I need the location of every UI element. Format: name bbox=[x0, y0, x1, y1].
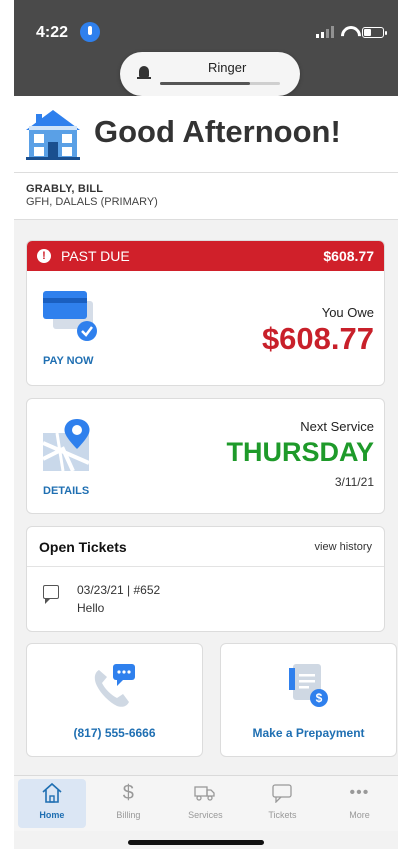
prepayment-tile[interactable]: $ Make a Prepayment bbox=[220, 643, 397, 757]
home-indicator bbox=[128, 840, 264, 845]
tab-services-label: Services bbox=[188, 810, 223, 820]
wifi-icon bbox=[340, 26, 356, 38]
alert-icon: ! bbox=[37, 249, 51, 263]
ringer-label: Ringer bbox=[208, 60, 247, 75]
bell-icon bbox=[136, 66, 152, 82]
tab-services[interactable]: Services bbox=[167, 776, 244, 831]
tab-billing-label: Billing bbox=[116, 810, 141, 820]
page-header: Good Afternoon! bbox=[14, 96, 398, 172]
tab-tickets[interactable]: Tickets bbox=[244, 776, 321, 831]
ticket-item[interactable]: 03/23/21 | #652 Hello bbox=[39, 581, 369, 621]
pay-now-link[interactable]: PAY NOW bbox=[43, 355, 94, 367]
truck-icon bbox=[194, 782, 216, 804]
microphone-icon bbox=[80, 22, 100, 42]
past-due-banner: ! PAST DUE $608.77 bbox=[27, 241, 384, 271]
next-service-date: 3/11/21 bbox=[334, 475, 374, 489]
prepayment-icon: $ bbox=[288, 664, 328, 707]
make-prepayment-link[interactable]: Make a Prepayment bbox=[221, 726, 396, 740]
system-icons bbox=[316, 26, 387, 38]
view-history-link[interactable]: view history bbox=[315, 541, 372, 553]
open-tickets-header: Open Tickets view history bbox=[27, 527, 384, 567]
status-time: 4:22 bbox=[36, 24, 69, 41]
status-bar: 4:22 Ringer bbox=[14, 0, 398, 96]
account-address: GFH, DALALS (PRIMARY) bbox=[26, 196, 158, 208]
chat-bubble-icon bbox=[43, 585, 59, 604]
svg-text:$: $ bbox=[315, 691, 322, 705]
phone-icon bbox=[94, 664, 135, 707]
next-service-day: THURSDAY bbox=[226, 437, 374, 467]
ticket-header: 03/23/21 | #652 bbox=[77, 583, 161, 597]
open-tickets-card: Open Tickets view history 03/23/21 | #65… bbox=[26, 526, 385, 632]
tab-home[interactable]: Home bbox=[18, 779, 86, 828]
past-due-banner-amount: $608.77 bbox=[323, 248, 374, 264]
tab-more[interactable]: ••• More bbox=[321, 776, 398, 831]
tab-tickets-label: Tickets bbox=[268, 810, 297, 820]
account-name: GRABLY, BILL bbox=[26, 183, 104, 195]
account-info: GRABLY, BILL GFH, DALALS (PRIMARY) bbox=[14, 172, 398, 220]
tab-more-label: More bbox=[349, 810, 370, 820]
chat-icon bbox=[271, 782, 293, 804]
more-icon: ••• bbox=[349, 784, 370, 801]
phone-number-link[interactable]: (817) 555-6666 bbox=[27, 726, 202, 740]
service-details-link[interactable]: DETAILS bbox=[43, 485, 89, 497]
past-due-status: PAST DUE bbox=[61, 248, 130, 264]
tab-billing[interactable]: $ Billing bbox=[90, 776, 167, 831]
amount-owed: $608.77 bbox=[261, 321, 374, 356]
signal-icon bbox=[316, 26, 334, 38]
past-due-card[interactable]: ! PAST DUE $608.77 PAY NOW You Owe $608.… bbox=[26, 240, 385, 386]
ringer-volume-slider[interactable] bbox=[160, 82, 280, 85]
you-owe-label: You Owe bbox=[321, 305, 374, 320]
phone-screen: 4:22 Ringer Good Afternoon! GRABLY, BILL… bbox=[14, 0, 398, 849]
credit-card-icon bbox=[43, 291, 97, 341]
tab-home-label: Home bbox=[39, 810, 65, 820]
house-icon bbox=[26, 110, 80, 160]
ticket-message: Hello bbox=[77, 601, 105, 615]
next-service-label: Next Service bbox=[300, 419, 374, 434]
open-tickets-title: Open Tickets bbox=[39, 538, 127, 555]
next-service-card[interactable]: DETAILS Next Service THURSDAY 3/11/21 bbox=[26, 398, 385, 514]
battery-icon bbox=[362, 26, 387, 38]
battery-fill bbox=[364, 28, 371, 36]
bottom-tab-bar: Home $ Billing Services Tickets ••• More bbox=[14, 775, 398, 831]
map-pin-icon bbox=[43, 419, 90, 472]
greeting-title: Good Afternoon! bbox=[94, 114, 341, 149]
home-icon bbox=[41, 782, 63, 804]
call-tile[interactable]: (817) 555-6666 bbox=[26, 643, 203, 757]
dollar-icon: $ bbox=[122, 781, 134, 804]
ringer-volume-fill bbox=[160, 82, 250, 85]
ringer-overlay[interactable]: Ringer bbox=[120, 52, 300, 96]
